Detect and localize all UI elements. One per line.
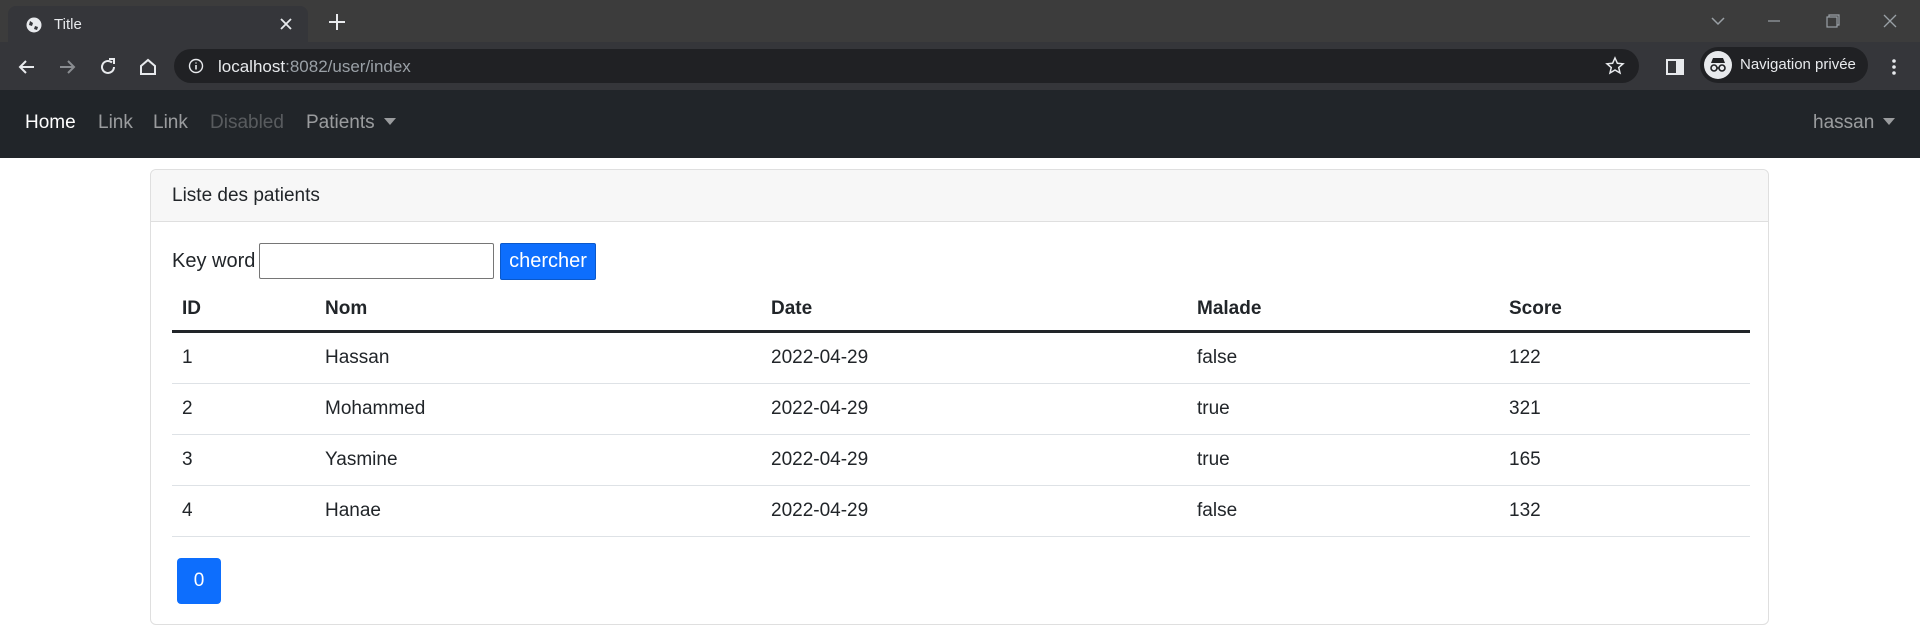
table-header-row: ID Nom Date Malade Score — [172, 288, 1750, 333]
keyword-input[interactable] — [259, 243, 494, 279]
cell-id: 2 — [172, 383, 315, 435]
keyword-label: Key word — [172, 250, 256, 272]
new-tab-icon[interactable] — [326, 11, 348, 33]
tab-title: Title — [54, 16, 82, 33]
tab-search-chevron-icon[interactable] — [1709, 12, 1727, 30]
table-row: 3 Yasmine 2022-04-29 true 165 — [172, 434, 1750, 486]
address-bar[interactable]: localhost:8082/user/index — [174, 49, 1639, 83]
minimize-icon[interactable] — [1765, 12, 1783, 30]
close-tab-icon[interactable] — [278, 16, 294, 32]
cell-score: 122 — [1499, 331, 1750, 384]
cell-date: 2022-04-29 — [761, 383, 1187, 435]
bookmark-star-icon[interactable] — [1605, 56, 1625, 76]
cell-nom: Hanae — [315, 485, 761, 537]
table-row: 2 Mohammed 2022-04-29 true 321 — [172, 383, 1750, 435]
col-header-malade: Malade — [1187, 288, 1499, 333]
cell-date: 2022-04-29 — [761, 434, 1187, 486]
cell-score: 132 — [1499, 485, 1750, 537]
col-header-id: ID — [172, 288, 315, 333]
cell-nom: Yasmine — [315, 434, 761, 486]
app-navbar: Home Link Link Disabled Patients hassan — [0, 90, 1920, 158]
card-title: Liste des patients — [151, 170, 1768, 222]
patients-card: Liste des patients Key word chercher ID … — [150, 169, 1769, 625]
incognito-profile-button[interactable]: Navigation privée — [1700, 47, 1868, 83]
home-icon[interactable] — [137, 56, 159, 78]
browser-tab[interactable]: Title — [8, 6, 308, 42]
kebab-menu-icon[interactable] — [1883, 56, 1905, 78]
globe-icon — [26, 17, 42, 33]
col-header-score: Score — [1499, 288, 1750, 333]
url-path: :8082/user/index — [285, 57, 411, 76]
cell-date: 2022-04-29 — [761, 485, 1187, 537]
incognito-label: Navigation privée — [1740, 56, 1856, 73]
nav-patients-label: Patients — [306, 112, 375, 133]
cell-score: 321 — [1499, 383, 1750, 435]
forward-arrow-icon[interactable] — [56, 56, 78, 78]
col-header-nom: Nom — [315, 288, 761, 333]
incognito-icon — [1704, 51, 1732, 79]
cell-id: 1 — [172, 331, 315, 384]
table-row: 4 Hanae 2022-04-29 false 132 — [172, 485, 1750, 537]
nav-link-2[interactable]: Link — [153, 112, 188, 134]
user-menu-dropdown[interactable]: hassan — [1813, 112, 1896, 134]
reload-icon[interactable] — [97, 56, 119, 78]
browser-toolbar: localhost:8082/user/index Navigation pri… — [0, 42, 1920, 90]
nav-home[interactable]: Home — [25, 112, 76, 134]
cell-date: 2022-04-29 — [761, 331, 1187, 384]
back-arrow-icon[interactable] — [16, 56, 38, 78]
cell-id: 4 — [172, 485, 315, 537]
page-button-0[interactable]: 0 — [177, 558, 221, 604]
cell-nom: Hassan — [315, 331, 761, 384]
cell-malade: true — [1187, 383, 1499, 435]
patients-table: ID Nom Date Malade Score 1 Hassan 2022-0… — [172, 288, 1750, 537]
cell-malade: false — [1187, 485, 1499, 537]
restore-icon[interactable] — [1824, 12, 1842, 30]
col-header-date: Date — [761, 288, 1187, 333]
cell-nom: Mohammed — [315, 383, 761, 435]
nav-disabled: Disabled — [210, 112, 284, 133]
cell-id: 3 — [172, 434, 315, 486]
side-panel-icon[interactable] — [1664, 56, 1686, 78]
caret-down-icon — [1883, 118, 1896, 125]
browser-titlebar: Title — [0, 0, 1920, 42]
caret-down-icon — [383, 118, 396, 125]
user-name: hassan — [1813, 112, 1875, 133]
close-window-icon[interactable] — [1881, 12, 1899, 30]
cell-score: 165 — [1499, 434, 1750, 486]
url-text: localhost:8082/user/index — [218, 57, 411, 77]
info-icon[interactable] — [188, 58, 204, 74]
cell-malade: true — [1187, 434, 1499, 486]
cell-malade: false — [1187, 331, 1499, 384]
table-row: 1 Hassan 2022-04-29 false 122 — [172, 331, 1750, 384]
nav-patients-dropdown[interactable]: Patients — [306, 112, 396, 134]
nav-link-1[interactable]: Link — [98, 112, 133, 134]
url-host: localhost — [218, 57, 286, 76]
search-button[interactable]: chercher — [500, 243, 596, 280]
